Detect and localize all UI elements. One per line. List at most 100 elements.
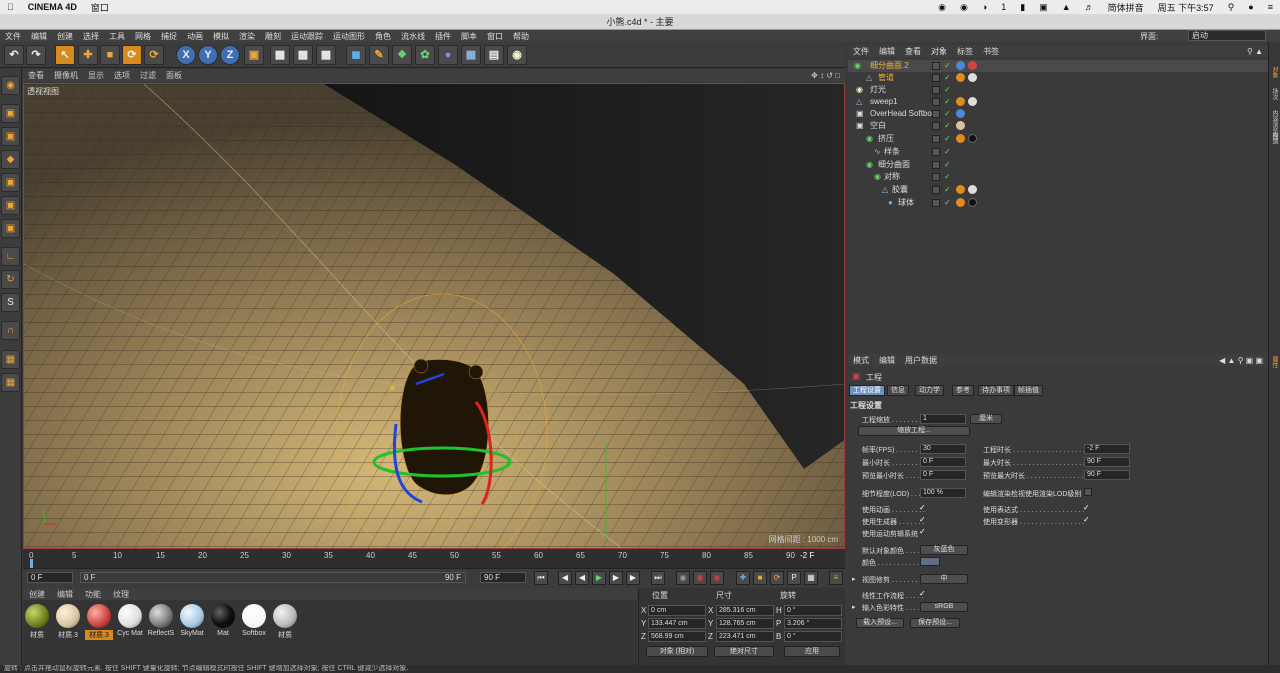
object-row[interactable]: ∿ 样条 ✓ [848,146,1268,158]
material-swatch[interactable]: Cyc Mat [116,604,144,637]
tag-icon[interactable] [956,61,965,70]
lod-field[interactable]: 100 % [920,488,966,498]
rotate-icon[interactable]: ⟳ [122,45,142,65]
side-tab-objects[interactable]: 对象 [1269,66,1279,78]
size-mode-select[interactable]: 绝对尺寸 [714,646,774,657]
pen-icon[interactable]: ✎ [369,45,389,65]
axis-mode-icon[interactable]: ∟ [1,247,20,266]
subdivision-icon[interactable]: ❖ [392,45,412,65]
menu-animate[interactable]: 动画 [182,31,208,42]
record-keys-icon[interactable]: ◉ [676,571,690,585]
menu-help[interactable]: 帮助 [508,31,534,42]
object-menu-file[interactable]: 文件 [848,46,874,57]
menu-simulate[interactable]: 模拟 [208,31,234,42]
material-tag-icon[interactable] [968,97,977,106]
go-to-end-icon[interactable]: ⏭ [651,571,665,585]
side-tab-takes[interactable]: 场次 [1269,88,1279,100]
clock[interactable]: 周五 下午3:57 [1151,1,1221,14]
material-tag-icon[interactable] [956,121,965,130]
mac-menu-window[interactable]: 窗口 [84,1,116,14]
coordinate-system-icon[interactable]: ▣ [244,45,264,65]
menu-render[interactable]: 渲染 [234,31,260,42]
lock-icon[interactable]: ◑ [975,2,994,12]
point-level-icon[interactable]: ▦ [804,571,818,585]
material-swatch[interactable]: 材质.3 [54,604,82,640]
scale-icon[interactable]: ■ [100,45,120,65]
polygons-mode-icon[interactable]: ▣ [1,219,20,238]
enabled-check-icon[interactable]: ✓ [944,96,951,108]
enabled-check-icon[interactable]: ✓ [944,146,951,158]
menu-select[interactable]: 选择 [78,31,104,42]
play-icon[interactable]: ▶ [592,571,606,585]
coordinate-mode-select[interactable]: 对象 (相对) [646,646,708,657]
previous-frame-icon[interactable]: ◀ [575,571,589,585]
magnet-icon[interactable]: ∩ [1,321,20,340]
size-z-field[interactable]: 223.471 cm [716,631,774,642]
avatar[interactable]: ● [1241,2,1260,12]
cube-icon[interactable]: ◼ [346,45,366,65]
view-clipping-select[interactable]: 中 [920,574,968,584]
linear-workflow-checkbox[interactable]: ✓ [919,589,926,598]
undo-icon[interactable]: ↶ [4,45,24,65]
object-row[interactable]: △ 胶囊 ✓ [848,184,1268,196]
visibility-toggle[interactable] [932,161,940,169]
enabled-check-icon[interactable]: ✓ [944,72,951,84]
camera-icon[interactable]: ▤ [484,45,504,65]
expand-arrow-icon[interactable]: ▸ [852,575,856,583]
next-frame-icon[interactable]: ▶ [609,571,623,585]
menu-script[interactable]: 脚本 [456,31,482,42]
menu-tools[interactable]: 工具 [104,31,130,42]
rotation-key-icon[interactable]: ⟳ [770,571,784,585]
scale-project-button[interactable]: 缩放工程... [858,426,970,436]
visibility-toggle[interactable] [932,62,940,70]
material-swatch[interactable]: 材质.3 [85,604,113,640]
size-y-field[interactable]: 128.765 cm [716,618,774,629]
menu-edit[interactable]: 编辑 [26,31,52,42]
floor-icon[interactable]: ▦ [461,45,481,65]
fps-field[interactable]: 30 [920,444,966,454]
min-time-field[interactable]: 0 F [920,457,966,467]
move-icon[interactable]: ✚ [78,45,98,65]
enabled-check-icon[interactable]: ✓ [944,84,951,96]
object-row[interactable]: ◉ 灯光 ✓ [848,84,1268,96]
preview-range-slider[interactable]: 0 F 90 F [80,572,466,583]
use-expressions-checkbox[interactable]: ✓ [1083,503,1090,512]
record-icon[interactable]: ◉ [931,2,953,13]
tab-frame-interpolation[interactable]: 帧插值 [1014,385,1043,396]
menu-pipeline[interactable]: 流水线 [396,31,430,42]
parameter-key-icon[interactable]: P [787,571,801,585]
input-color-profile-select[interactable]: sRGB [920,602,968,612]
menu-sculpt[interactable]: 雕刻 [260,31,286,42]
use-animation-checkbox[interactable]: ✓ [919,503,926,512]
apple-icon[interactable]:  [0,2,21,12]
material-swatch[interactable]: 材质 [271,604,299,640]
object-row[interactable]: ◉ 挤压 ✓ [848,133,1268,145]
use-generators-checkbox[interactable]: ✓ [919,515,926,524]
attr-nav-icon[interactable]: ◀ ▲ ⚲ ▣ ▣ [1214,356,1268,365]
menu-list-icon[interactable]: ≡ [1261,2,1280,12]
object-menu-tags[interactable]: 标签 [952,46,978,57]
object-menu-bookmarks[interactable]: 书签 [978,46,1004,57]
default-color-select[interactable]: 灰蓝色 [920,545,968,555]
position-key-icon[interactable]: ✚ [736,571,750,585]
attr-menu-userdata[interactable]: 用户数据 [900,355,942,366]
menu-create[interactable]: 创建 [52,31,78,42]
points-mode-icon[interactable]: ▣ [1,173,20,192]
material-tag-icon[interactable] [968,198,977,207]
size-x-field[interactable]: 285.316 cm [716,605,774,616]
wechat-icon[interactable]: ◉ [953,2,975,13]
menu-file[interactable]: 文件 [0,31,26,42]
visibility-toggle[interactable] [932,98,940,106]
object-row[interactable]: ▣ 空白 ✓ [848,120,1268,132]
scale-field[interactable]: 1 [920,414,966,424]
enabled-check-icon[interactable]: ✓ [944,184,951,196]
input-method[interactable]: 简体拼音 [1101,1,1151,14]
tweak-mode-icon[interactable]: ↻ [1,270,20,289]
render-lod-checkbox[interactable] [1084,488,1092,496]
material-swatch[interactable]: Softbox [240,604,268,637]
load-preset-button[interactable]: 载入预设... [856,618,904,628]
material-tag-icon[interactable] [968,185,977,194]
enabled-check-icon[interactable]: ✓ [944,120,951,132]
material-menu-function[interactable]: 功能 [79,589,107,600]
next-key-icon[interactable]: ▶ [626,571,640,585]
